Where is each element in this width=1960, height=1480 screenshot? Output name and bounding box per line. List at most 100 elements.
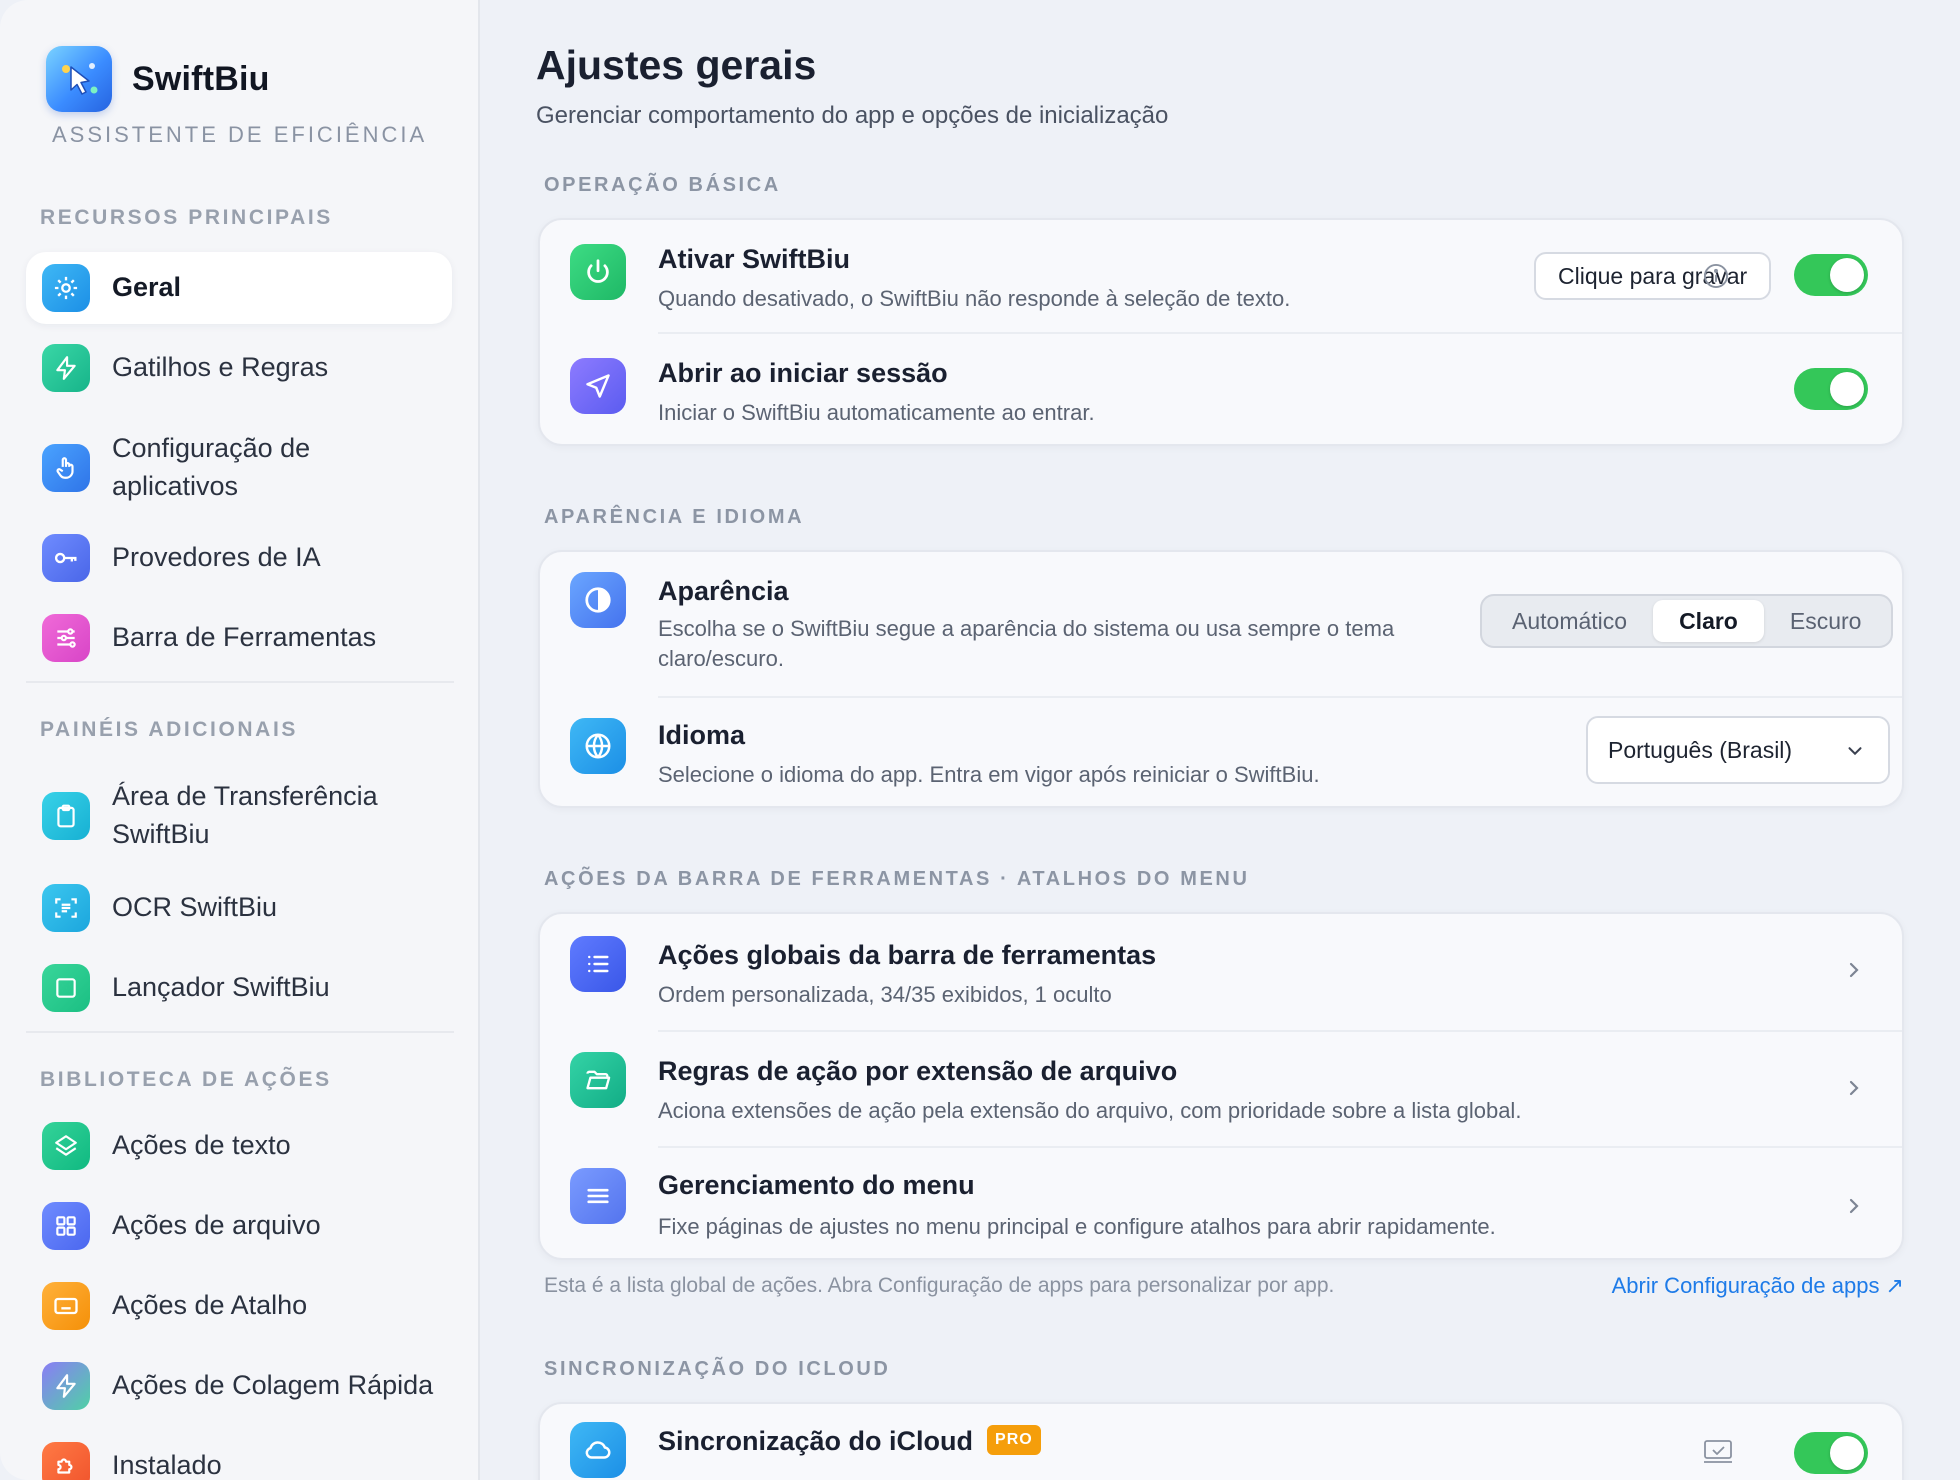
login-desc: Iniciar o SwiftBiu automaticamente ao en… [658,400,1095,425]
sidebar-item-installed[interactable]: Instalado [26,1430,452,1480]
sidebar-item-label: Geral [112,272,182,303]
section-label-icloud: SINCRONIZAÇÃO DO ICLOUD [544,1358,891,1380]
appearance-title: Aparência [658,576,789,606]
sidebar-item-label: Ações de arquivo [112,1210,321,1241]
app-subtitle: ASSISTENTE DE EFICIÊNCIA [52,122,428,147]
sidebar-item-label: Gatilhos e Regras [112,352,329,383]
sidebar-item-toolbar[interactable]: Barra de Ferramentas [26,602,452,674]
sidebar-item-ai-providers[interactable]: Provedores de IA [26,522,452,594]
toolbar-footnote: Esta é a lista global de ações. Abra Con… [544,1274,1335,1297]
sidebar-item-quick-paste[interactable]: Ações de Colagem Rápida [26,1350,452,1422]
sidebar-item-clipboard[interactable]: Área de Transferência SwiftBiu [26,764,452,868]
enable-title: Ativar SwiftBiu [658,244,851,274]
sidebar-item-launcher[interactable]: Lançador SwiftBiu [26,952,452,1024]
grid-icon [42,1202,90,1250]
pro-badge: PRO [987,1424,1041,1455]
send-arrow-icon [570,358,626,414]
scan-text-icon [42,884,90,932]
language-desc: Selecione o idioma do app. Entra em vigo… [658,762,1320,787]
sidebar-section-panels: PAINÉIS ADICIONAIS [40,718,298,741]
appearance-desc: Escolha se o SwiftBiu segue a aparência … [658,616,1395,672]
chevron-right-icon [1844,1194,1864,1223]
sidebar-item-label: Ações de Colagem Rápida [112,1370,434,1401]
section-label-toolbar: AÇÕES DA BARRA DE FERRAMENTAS · ATALHOS … [544,868,1250,890]
sidebar-item-triggers[interactable]: Gatilhos e Regras [26,332,452,404]
bolt-icon [42,344,90,392]
sidebar-item-label: Área de Transferência SwiftBiu [112,781,378,849]
sidebar-item-text-actions[interactable]: Ações de texto [26,1110,452,1182]
icloud-toggle[interactable] [1794,1432,1868,1474]
open-app-config-link[interactable]: Abrir Configuração de apps ↗ [1612,1273,1904,1299]
global-actions-title: Ações globais da barra de ferramentas [658,940,1157,970]
appearance-segmented-control[interactable]: Automático Claro Escuro [1480,594,1894,648]
app-window: SwiftBiu ASSISTENTE DE EFICIÊNCIA RECURS… [0,0,1960,1480]
card-basic: Ativar SwiftBiu Quando desativado, o Swi… [538,218,1904,446]
card-icloud: Sincronização do iCloud PRO [538,1402,1904,1480]
language-select-value: Português (Brasil) [1608,736,1793,763]
sidebar-item-label: Barra de Ferramentas [112,622,377,653]
sliders-icon [42,614,90,662]
info-icon[interactable] [1702,262,1730,290]
language-select[interactable]: Português (Brasil) [1586,716,1890,784]
sidebar-item-label: Ações de Atalho [112,1290,308,1321]
row-extension-rules[interactable]: Regras de ação por extensão de arquivo A… [540,1032,1902,1146]
page-subtitle: Gerenciar comportamento do app e opções … [536,102,1169,129]
puzzle-icon [42,1442,90,1480]
layers-icon [42,1122,90,1170]
row-enable: Ativar SwiftBiu Quando desativado, o Swi… [540,220,1902,334]
row-login: Abrir ao iniciar sessão Iniciar o SwiftB… [540,334,1902,444]
launcher-grid-icon [42,964,90,1012]
appearance-option-dark[interactable]: Escuro [1764,600,1888,642]
sidebar-item-file-actions[interactable]: Ações de arquivo [26,1190,452,1262]
login-toggle[interactable] [1794,368,1868,410]
extension-rules-title: Regras de ação por extensão de arquivo [658,1056,1178,1086]
sidebar-item-ocr[interactable]: OCR SwiftBiu [26,872,452,944]
sidebar-item-app-config[interactable]: Configuração de aplicativos [26,416,452,520]
pointer-hand-icon [42,444,90,492]
page-title: Ajustes gerais [536,42,817,88]
sidebar-section-library: BIBLIOTECA DE AÇÕES [40,1068,332,1091]
language-title: Idioma [658,720,746,750]
row-icloud: Sincronização do iCloud PRO [540,1404,1902,1480]
row-appearance: Aparência Escolha se o SwiftBiu segue a … [540,552,1902,696]
sidebar-item-label: Lançador SwiftBiu [112,972,330,1003]
row-language: Idioma Selecione o idioma do app. Entra … [540,698,1902,806]
device-check-icon[interactable] [1702,1438,1734,1466]
keyboard-icon [42,1282,90,1330]
row-menu-management[interactable]: Gerenciamento do menu Fixe páginas de aj… [540,1148,1902,1258]
sidebar-item-label: Configuração de aplicativos [112,433,311,501]
contrast-icon [570,572,626,628]
menu-management-desc: Fixe páginas de ajustes no menu principa… [658,1214,1496,1239]
sidebar-section-main: RECURSOS PRINCIPAIS [40,206,333,229]
section-label-basic: OPERAÇÃO BÁSICA [544,174,781,196]
appearance-option-light[interactable]: Claro [1653,600,1764,642]
key-icon [42,534,90,582]
login-title: Abrir ao iniciar sessão [658,358,948,388]
extension-rules-desc: Aciona extensões de ação pela extensão d… [658,1098,1522,1123]
menu-lines-icon [570,1168,626,1224]
menu-management-title: Gerenciamento do menu [658,1170,975,1200]
app-logo-icon [46,46,112,112]
appearance-option-auto[interactable]: Automático [1486,600,1653,642]
globe-icon [570,718,626,774]
gear-icon [42,264,90,312]
enable-toggle[interactable] [1794,254,1868,296]
bolt-icon [42,1362,90,1410]
record-shortcut-button[interactable]: Clique para gravar [1534,252,1772,300]
settings-content: Ajustes gerais Gerenciar comportamento d… [482,0,1960,1480]
sidebar-item-shortcut-actions[interactable]: Ações de Atalho [26,1270,452,1342]
sidebar-divider [26,681,454,683]
cloud-icon [570,1422,626,1478]
app-name: SwiftBiu [132,59,270,98]
row-global-actions[interactable]: Ações globais da barra de ferramentas Or… [540,914,1902,1030]
chevron-down-icon [1844,740,1866,768]
chevron-right-icon [1844,1076,1864,1105]
clipboard-icon [42,792,90,840]
icloud-title: Sincronização do iCloud [658,1426,974,1456]
folder-open-icon [570,1052,626,1108]
sidebar-divider [26,1031,454,1033]
sidebar-item-general[interactable]: Geral [26,252,452,324]
global-actions-desc: Ordem personalizada, 34/35 exibidos, 1 o… [658,982,1112,1007]
sidebar-item-label: Provedores de IA [112,542,321,573]
power-icon [570,244,626,300]
